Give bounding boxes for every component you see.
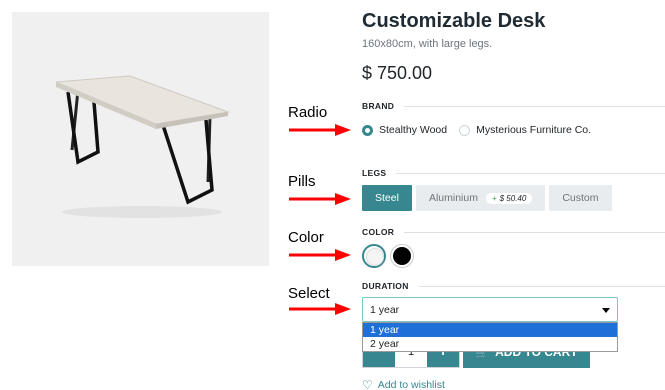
- brand-option-mysterious-furniture[interactable]: Mysterious Furniture Co.: [459, 124, 591, 136]
- duration-option-2-year[interactable]: 2 year: [363, 337, 617, 351]
- price-extra-badge: + $ 50.40: [485, 192, 533, 204]
- color-swatch-white[interactable]: [362, 244, 386, 268]
- product-title: Customizable Desk: [362, 10, 546, 32]
- radio-unchecked-icon[interactable]: [459, 124, 471, 136]
- add-to-wishlist-link[interactable]: ♡ Add to wishlist: [362, 378, 445, 390]
- annotation-pills: Pills: [288, 173, 316, 190]
- brand-option-label: Mysterious Furniture Co.: [476, 124, 592, 136]
- pill-label: Steel: [375, 192, 399, 204]
- chevron-down-icon: [602, 308, 610, 313]
- duration-heading-label: DURATION: [362, 281, 409, 291]
- price-extra-value: $ 50.40: [499, 193, 527, 203]
- divider: [404, 105, 665, 107]
- brand-option-label: Stealthy Wood: [379, 124, 448, 136]
- duration-heading: DURATION: [362, 279, 665, 293]
- arrow-icon: [289, 124, 351, 136]
- color-swatch-black[interactable]: [390, 244, 414, 268]
- arrow-icon: [289, 249, 351, 261]
- legs-pill-aluminium[interactable]: Aluminium + $ 50.40: [415, 185, 546, 211]
- plus-icon: +: [491, 193, 497, 203]
- annotation-radio: Radio: [288, 104, 328, 121]
- pill-label: Custom: [562, 192, 599, 204]
- legs-heading: LEGS: [362, 166, 665, 180]
- color-heading-label: COLOR: [362, 227, 395, 237]
- legs-pill-group: Steel Aluminium + $ 50.40 Custom: [362, 185, 616, 211]
- legs-pill-custom[interactable]: Custom: [549, 185, 612, 211]
- desk-illustration: [55, 75, 230, 218]
- legs-pill-steel[interactable]: Steel: [362, 185, 412, 211]
- brand-heading-label: BRAND: [362, 101, 395, 111]
- arrow-icon: [289, 303, 351, 315]
- heart-icon: ♡: [362, 378, 373, 390]
- brand-heading: BRAND: [362, 99, 665, 113]
- legs-heading-label: LEGS: [362, 168, 387, 178]
- wishlist-label: Add to wishlist: [377, 379, 445, 390]
- product-description: 160x80cm, with large legs.: [362, 38, 493, 50]
- divider: [418, 285, 665, 287]
- divider: [396, 172, 665, 174]
- divider: [404, 231, 665, 233]
- product-image: [12, 12, 269, 266]
- annotation-select: Select: [288, 285, 330, 302]
- duration-select-value: 1 year: [370, 303, 400, 316]
- brand-radio-group: Stealthy Wood Mysterious Furniture Co.: [362, 124, 603, 136]
- pill-label: Aluminium: [428, 192, 478, 204]
- color-heading: COLOR: [362, 225, 665, 239]
- product-price: $ 750.00: [362, 63, 433, 83]
- annotation-color: Color: [288, 229, 324, 246]
- radio-checked-icon[interactable]: [362, 124, 373, 136]
- arrow-icon: [289, 193, 351, 205]
- duration-option-1-year[interactable]: 1 year: [363, 323, 617, 337]
- brand-option-stealthy-wood[interactable]: Stealthy Wood: [362, 124, 447, 136]
- duration-select[interactable]: 1 year: [362, 297, 618, 322]
- duration-dropdown-list: 1 year 2 year: [362, 322, 618, 352]
